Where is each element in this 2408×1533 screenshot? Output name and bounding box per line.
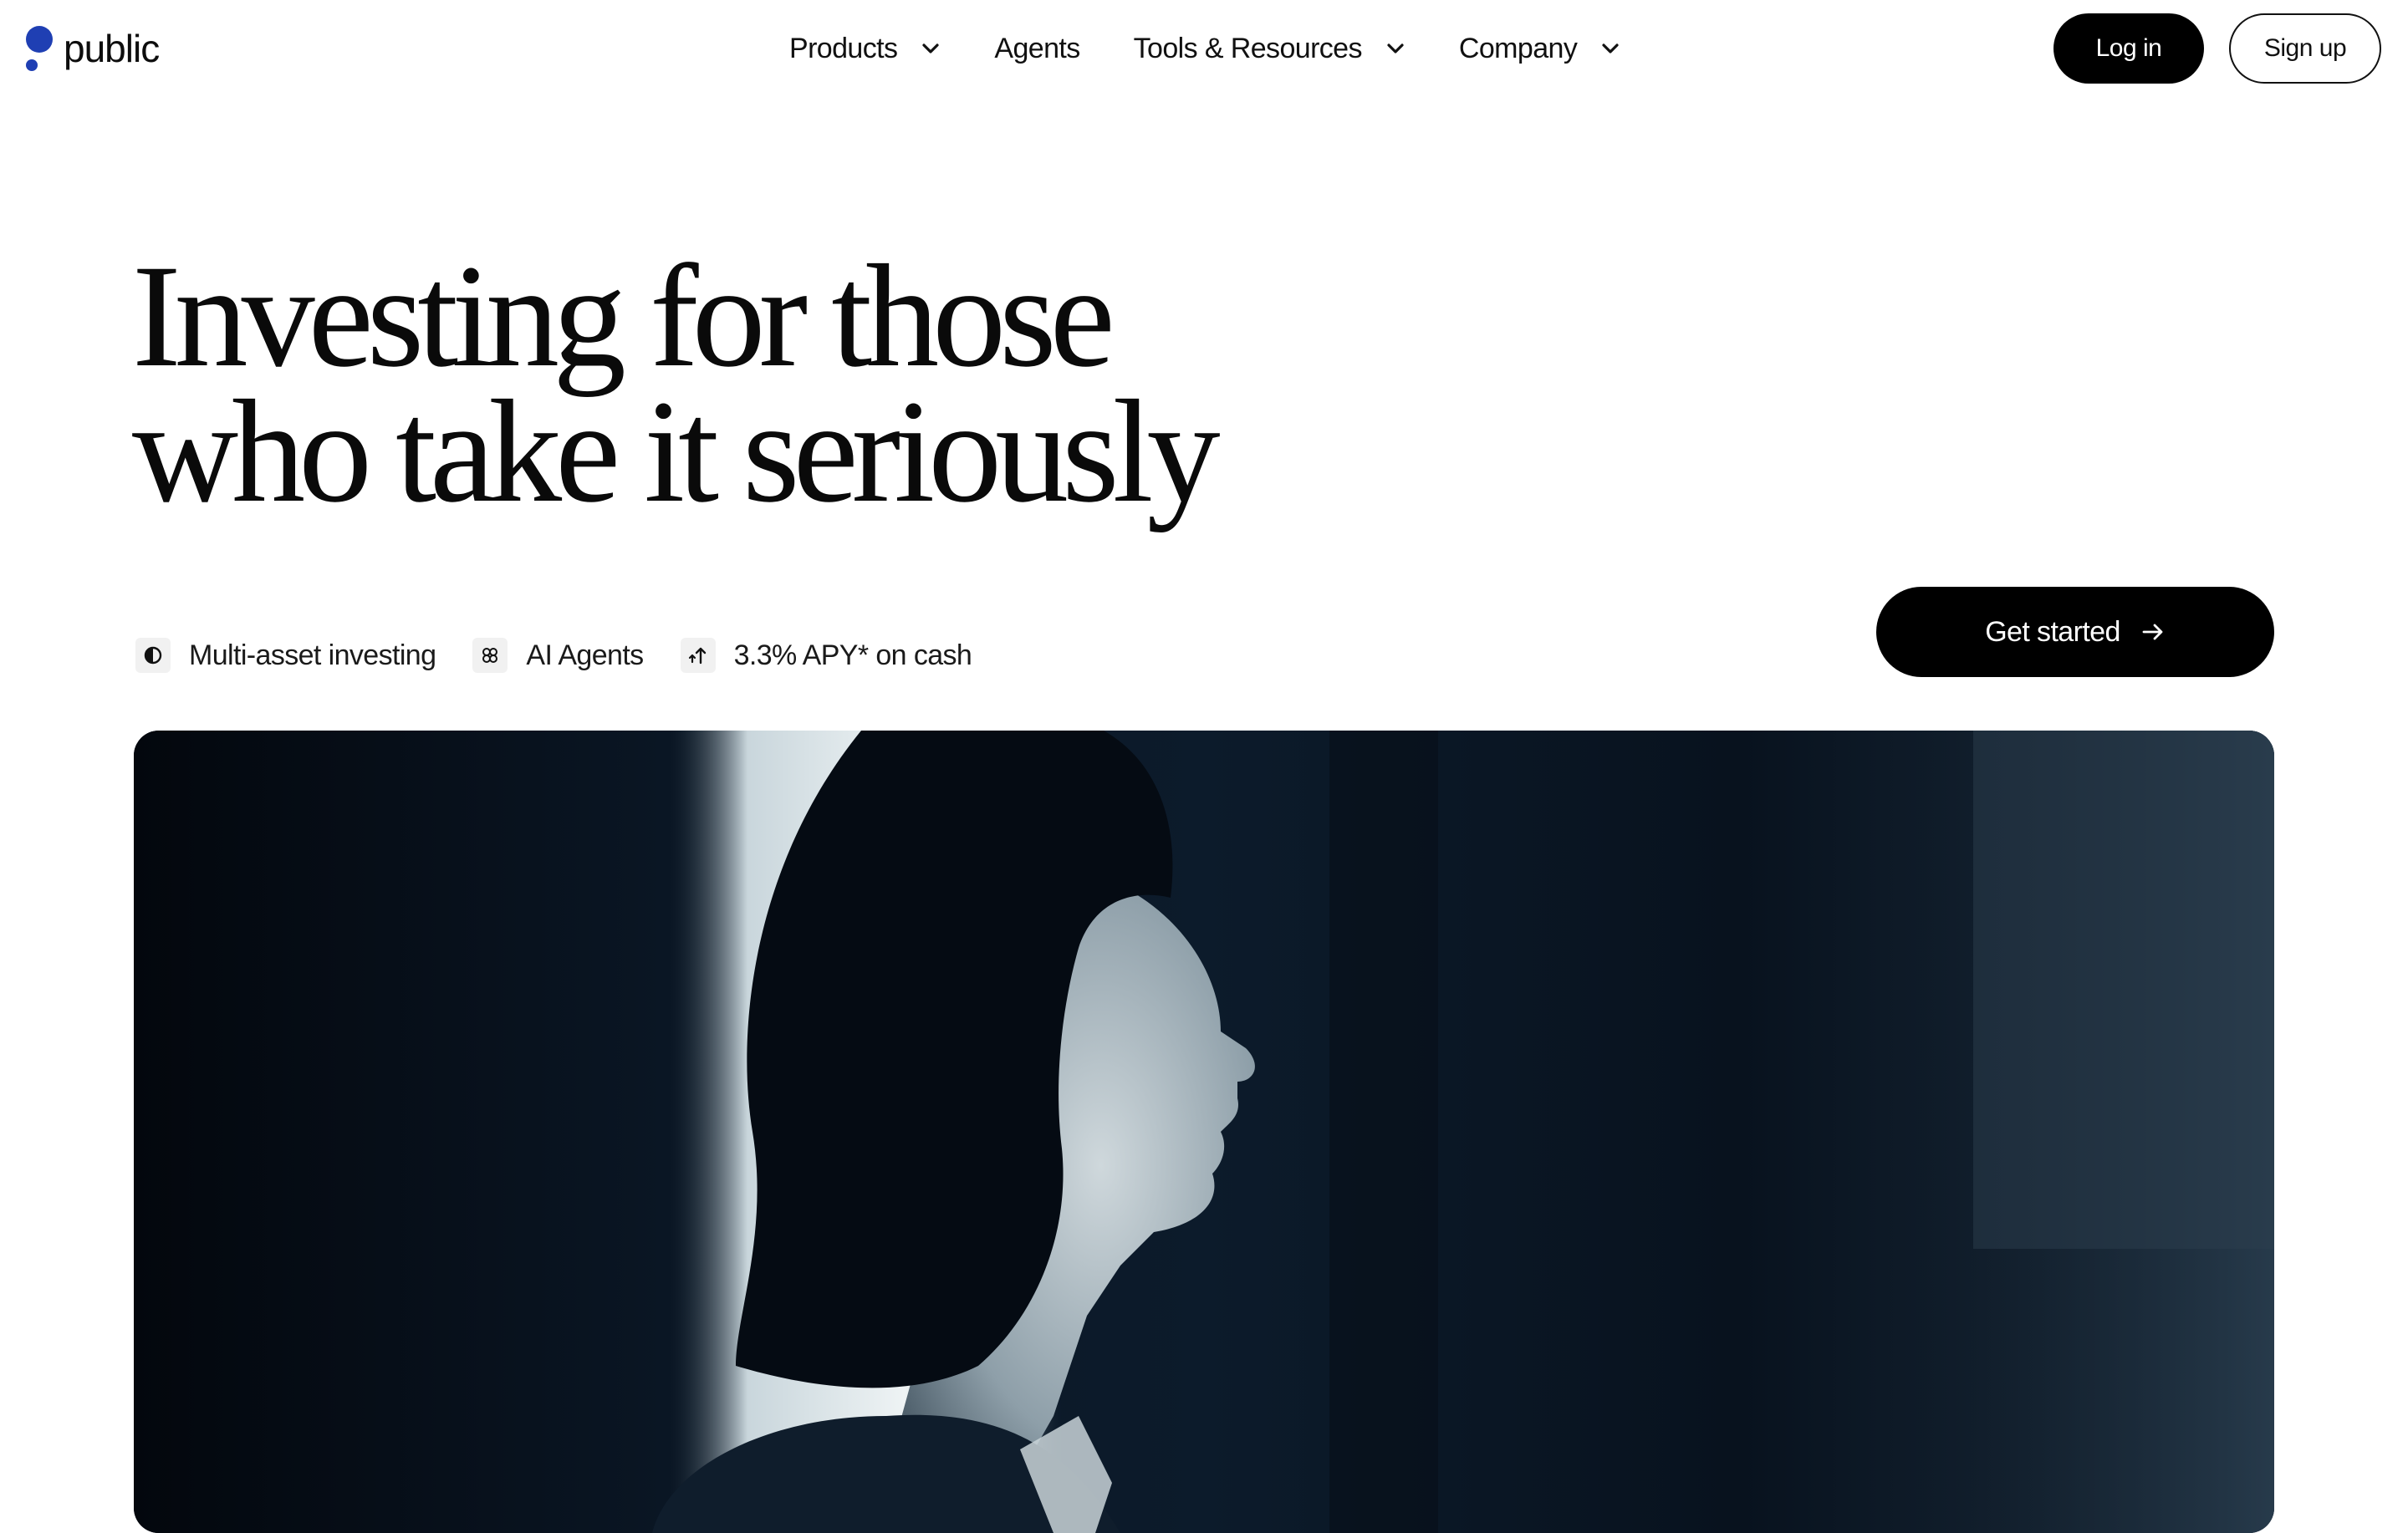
nav-tools-resources[interactable]: Tools & Resources [1134, 33, 1406, 65]
nav-company-label: Company [1458, 32, 1578, 64]
arrow-right-icon [2140, 619, 2166, 644]
feature-list: Multi-asset investing AI Agents 3.3% APY… [135, 632, 972, 679]
feature-apy-label: 3.3% APY* on cash [733, 639, 972, 671]
get-started-label: Get started [1985, 615, 2120, 648]
top-navigation: public Products Agents Tools & Resources… [0, 0, 2408, 97]
chevron-down-icon [921, 38, 941, 59]
hero-title-line-1: Investing for those [132, 235, 1115, 398]
chevron-down-icon [1600, 38, 1620, 59]
feature-apy: 3.3% APY* on cash [680, 638, 972, 673]
hero-title-line-2: who take it seriously [132, 370, 1221, 533]
get-started-button[interactable]: Get started [1876, 587, 2274, 677]
nav-company[interactable]: Company [1459, 33, 1620, 65]
feature-ai-agents-label: AI Agents [526, 639, 644, 671]
hero-title: Investing for those who take it seriousl… [132, 235, 1470, 533]
hero-video-still [134, 731, 2274, 1533]
nav-products[interactable]: Products [789, 33, 941, 65]
hero-video[interactable] [134, 731, 2274, 1533]
feature-multi-asset: Multi-asset investing [135, 638, 436, 673]
half-circle-icon [135, 638, 171, 673]
arrow-up-icon [680, 638, 716, 673]
nav-agents[interactable]: Agents [994, 32, 1080, 65]
nav-agents-label: Agents [994, 32, 1080, 64]
login-button[interactable]: Log in [2053, 13, 2204, 84]
nav-tools-resources-label: Tools & Resources [1133, 32, 1363, 64]
public-logo[interactable]: public [25, 23, 160, 74]
agents-knot-icon [472, 638, 508, 673]
signup-button[interactable]: Sign up [2229, 13, 2381, 84]
nav-products-label: Products [789, 32, 898, 64]
feature-ai-agents: AI Agents [472, 638, 644, 673]
public-logo-icon [26, 26, 53, 71]
chevron-down-icon [1385, 38, 1406, 59]
main-menu: Products Agents Tools & Resources Compan… [789, 25, 1620, 72]
brand-name: public [64, 27, 160, 70]
feature-multi-asset-label: Multi-asset investing [189, 639, 436, 671]
